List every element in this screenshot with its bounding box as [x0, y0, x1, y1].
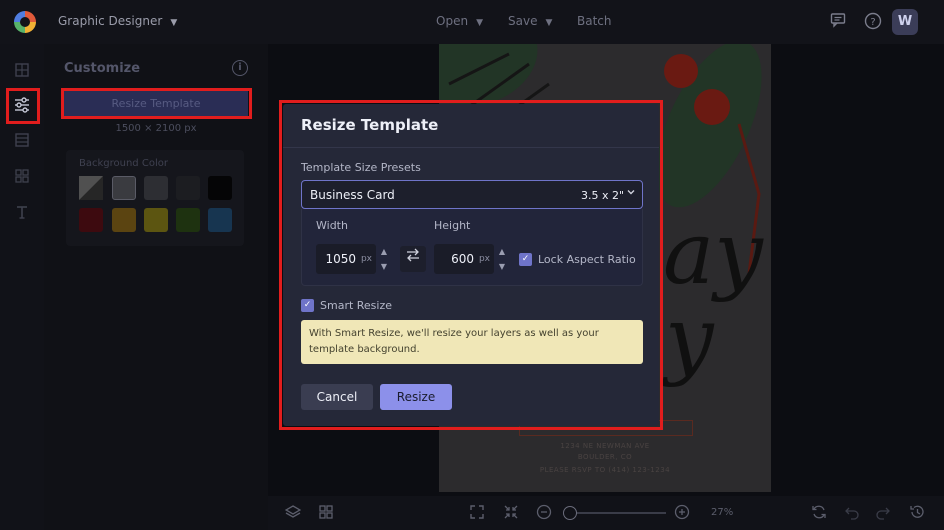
swatch-blue[interactable] [208, 208, 232, 232]
zoom-level: 27% [711, 507, 734, 518]
text-icon[interactable] [12, 204, 32, 224]
swatch-gray-dark[interactable] [176, 176, 200, 200]
comment-icon[interactable] [828, 12, 848, 32]
height-stepper[interactable]: ▲ ▼ [495, 244, 509, 274]
swatch-green[interactable] [176, 208, 200, 232]
actual-size-icon[interactable] [502, 504, 520, 522]
swap-dimensions-button[interactable] [400, 246, 426, 272]
panel-title: Customize [64, 61, 141, 76]
width-unit: px [360, 254, 372, 264]
smart-resize-note: With Smart Resize, we'll resize your lay… [301, 320, 643, 364]
app-switcher[interactable]: Graphic Designer ▼ [58, 14, 177, 28]
width-label: Width [316, 219, 348, 232]
height-unit: px [478, 254, 490, 264]
chevron-up-icon[interactable]: ▲ [377, 244, 391, 259]
dialog-divider [283, 147, 659, 148]
height-label: Height [434, 219, 471, 232]
redo-icon[interactable] [874, 504, 892, 522]
swatch-amber[interactable] [112, 208, 136, 232]
open-menu[interactable]: Open ▼ [436, 14, 483, 28]
rsvp-line: PLEASE RSVP TO (414) 123-1234 [539, 466, 671, 474]
preset-value: Business Card [310, 188, 395, 202]
save-label: Save [508, 14, 538, 28]
layers-list-icon[interactable] [12, 132, 32, 152]
presets-label: Template Size Presets [301, 161, 421, 174]
address-line-2: BOULDER, CO [577, 453, 633, 461]
cancel-button[interactable]: Cancel [301, 384, 373, 410]
refresh-icon[interactable] [810, 504, 828, 522]
chevron-down-icon[interactable]: ▼ [377, 259, 391, 274]
dialog-title: Resize Template [301, 116, 439, 134]
swatch-black[interactable] [208, 176, 232, 200]
height-input[interactable]: 600 px [434, 244, 494, 274]
template-dimensions: 1500 × 2100 px [115, 123, 197, 134]
width-input[interactable]: 1050 px [316, 244, 376, 274]
background-color-section: Background Color [66, 150, 244, 246]
open-label: Open [436, 14, 469, 28]
bottom-toolbar: 27% [268, 496, 944, 530]
chevron-up-icon[interactable]: ▲ [495, 244, 509, 259]
highlight-resize-template [61, 88, 252, 119]
smart-resize-label[interactable]: Smart Resize [320, 299, 392, 312]
swatch-gray[interactable] [144, 176, 168, 200]
zoom-in-icon[interactable] [673, 504, 691, 522]
preset-size: 3.5 x 2" [581, 189, 625, 202]
chevron-down-icon: ▼ [170, 18, 178, 28]
address-line-1: 1234 NE NEWMAN AVE [560, 442, 650, 450]
height-value: 600 [451, 252, 474, 266]
batch-button[interactable]: Batch [577, 14, 612, 28]
highlight-sliders [6, 88, 40, 124]
batch-label: Batch [577, 14, 612, 28]
script-title-line2: y [665, 289, 714, 389]
history-icon[interactable] [908, 504, 926, 522]
svg-text:?: ? [870, 17, 875, 28]
swatch-red[interactable] [79, 208, 103, 232]
app-title: Graphic Designer [58, 14, 163, 28]
chevron-down-icon[interactable]: ▼ [495, 259, 509, 274]
swatch-yellow[interactable] [144, 208, 168, 232]
save-menu[interactable]: Save ▼ [508, 14, 552, 28]
layers-icon[interactable] [284, 504, 302, 522]
zoom-out-icon[interactable] [535, 504, 553, 522]
dimensions-section: Width 1050 px ▲ ▼ Height 600 px ▲ ▼ ✓ Lo… [301, 209, 643, 286]
chevron-down-icon: ▼ [545, 18, 553, 28]
fit-screen-icon[interactable] [468, 504, 486, 522]
undo-icon[interactable] [843, 504, 861, 522]
grid-icon[interactable] [12, 62, 32, 82]
resize-template-dialog: Resize Template Template Size Presets Bu… [283, 104, 659, 426]
swatch-gray-light[interactable] [112, 176, 136, 200]
user-avatar[interactable]: W [892, 9, 918, 35]
width-stepper[interactable]: ▲ ▼ [377, 244, 391, 274]
chevron-down-icon [626, 187, 636, 200]
swatch-custom[interactable] [79, 176, 103, 200]
lock-aspect-label[interactable]: Lock Aspect Ratio [538, 253, 636, 266]
width-value: 1050 [325, 252, 356, 266]
lock-aspect-checkbox[interactable]: ✓ [519, 253, 532, 266]
info-icon[interactable]: i [232, 60, 248, 76]
resize-button[interactable]: Resize [380, 384, 452, 410]
grid-view-icon[interactable] [317, 504, 335, 522]
background-color-label: Background Color [79, 158, 168, 169]
apps-icon[interactable] [12, 168, 32, 188]
help-icon[interactable]: ? [863, 12, 883, 32]
top-bar: Graphic Designer ▼ Open ▼ Save ▼ Batch ? W [0, 0, 944, 44]
smart-resize-checkbox[interactable]: ✓ [301, 299, 314, 312]
chevron-down-icon: ▼ [476, 18, 483, 28]
app-logo-icon[interactable] [14, 11, 36, 33]
zoom-slider-track[interactable] [568, 512, 666, 514]
zoom-slider-handle[interactable] [563, 506, 577, 520]
size-preset-select[interactable]: Business Card 3.5 x 2" [301, 180, 643, 209]
